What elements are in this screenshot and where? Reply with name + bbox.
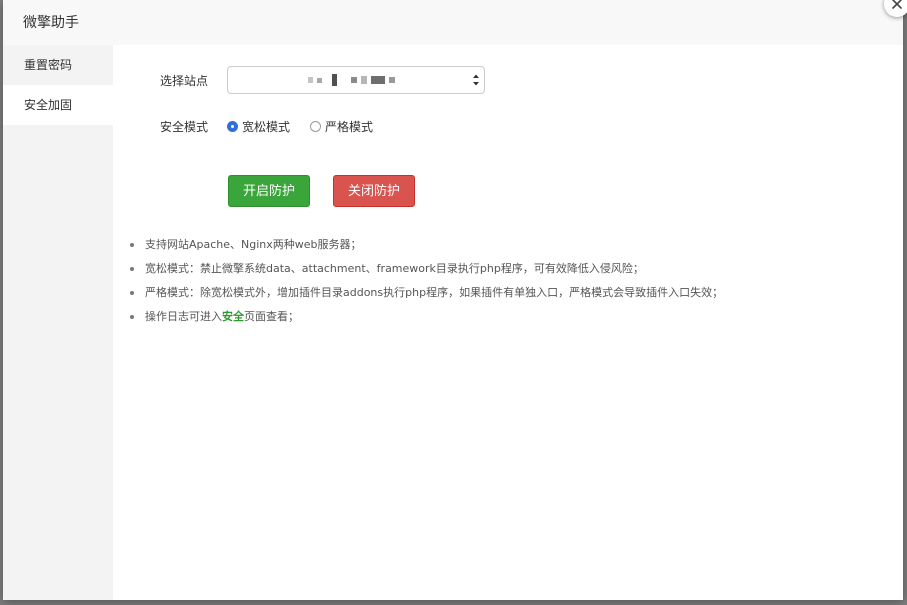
notes-list: 支持网站Apache、Nginx两种web服务器； 宽松模式：禁止微擎系统dat… [130,233,723,329]
note-text-prefix: 操作日志可进入 [145,310,222,323]
modal-title: 微擎助手 [23,15,79,31]
note-text-suffix: 页面查看； [244,310,299,323]
radio-strict-mode-label: 严格模式 [325,119,374,134]
bullet-icon [130,315,134,319]
radio-loose-mode[interactable]: 宽松模式 [227,118,290,135]
security-mode-row: 安全模式 宽松模式 严格模式 [160,111,393,141]
site-select[interactable] [227,66,485,94]
sidebar-item-reset-password[interactable]: 重置密码 [3,45,113,85]
close-icon [892,0,902,9]
modal-header: 微擎助手 [3,0,903,46]
site-select-value-obscured [308,73,399,87]
radio-checked-icon [227,120,238,132]
radio-unchecked-icon [310,120,322,132]
bullet-icon [130,243,134,247]
note-text: 宽松模式：禁止微擎系统data、attachment、framework目录执行… [145,262,644,275]
site-select-label: 选择站点 [160,73,209,88]
security-mode-label: 安全模式 [160,119,209,134]
sidebar: 重置密码 安全加固 [3,45,113,600]
radio-strict-mode[interactable]: 严格模式 [310,118,373,135]
note-text: 严格模式：除宽松模式外，增加插件目录addons执行php程序，如果插件有单独入… [145,286,724,299]
main-content: 选择站点 安全模式 宽松模式 严格模式 开启防护 关闭防护 支持网站Apache… [113,45,903,600]
security-mode-radio-group: 宽松模式 严格模式 [227,118,393,135]
radio-loose-mode-label: 宽松模式 [242,119,291,134]
sidebar-item-label: 重置密码 [24,58,73,72]
bullet-icon [130,291,134,295]
assistant-modal: 微擎助手 重置密码 安全加固 选择站点 安全模式 宽松模式 严格模式 开启防护 … [3,0,903,600]
site-select-row: 选择站点 [160,65,485,95]
list-item: 宽松模式：禁止微擎系统data、attachment、framework目录执行… [130,257,723,281]
list-item: 操作日志可进入 安全 页面查看； [130,305,723,329]
disable-protection-button[interactable]: 关闭防护 [333,175,415,207]
list-item: 支持网站Apache、Nginx两种web服务器； [130,233,723,257]
security-page-link[interactable]: 安全 [222,305,244,329]
enable-protection-button[interactable]: 开启防护 [228,175,310,207]
list-item: 严格模式：除宽松模式外，增加插件目录addons执行php程序，如果插件有单独入… [130,281,723,305]
bullet-icon [130,267,134,271]
note-text: 支持网站Apache、Nginx两种web服务器； [145,238,362,251]
sidebar-item-security-hardening[interactable]: 安全加固 [3,85,113,125]
select-arrows-icon [473,74,479,86]
sidebar-item-label: 安全加固 [24,98,73,112]
